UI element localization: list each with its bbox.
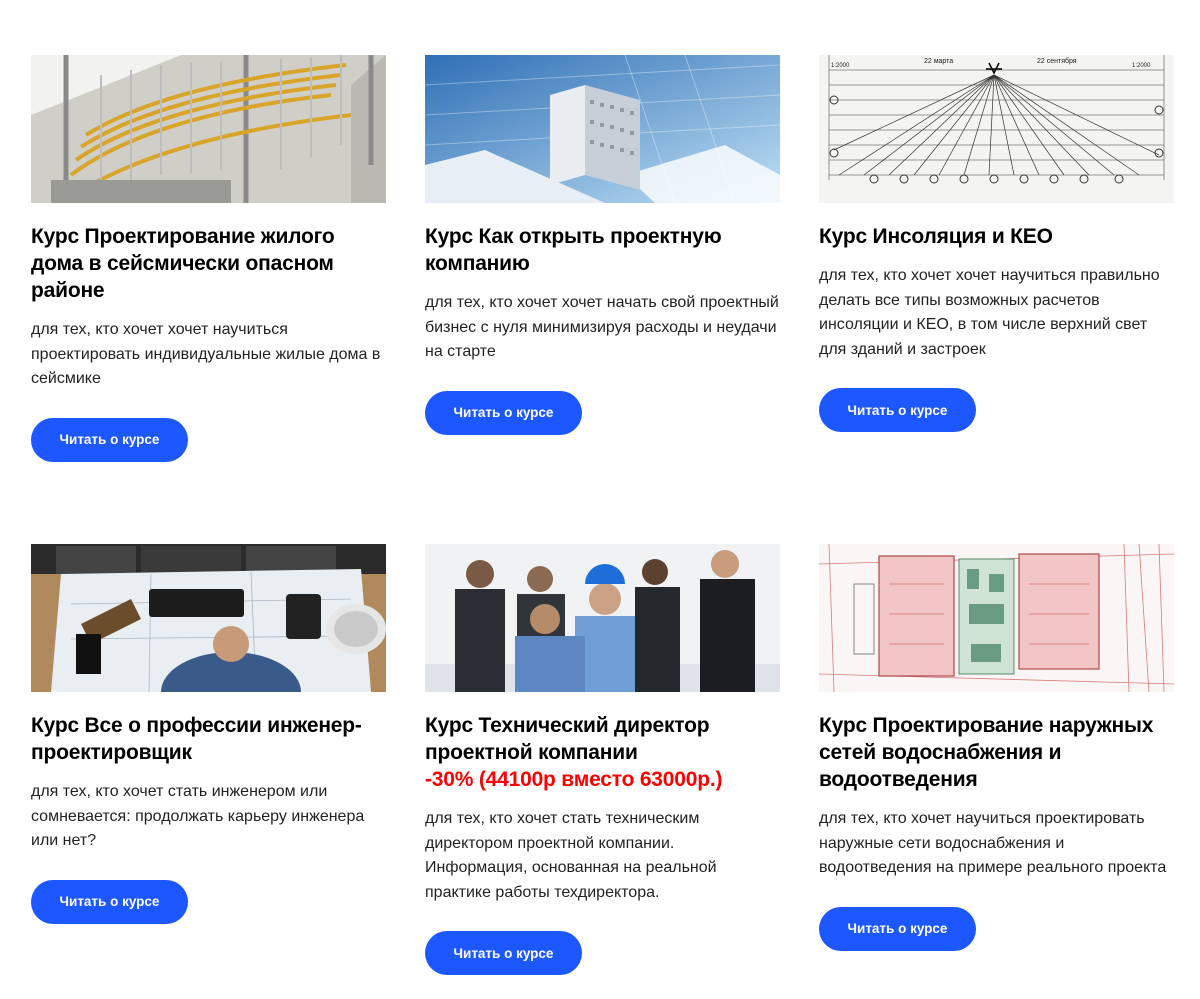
site-plan-image[interactable]: [819, 544, 1174, 692]
course-description: для тех, кто хочет стать техническим дир…: [425, 810, 717, 901]
course-description: для тех, кто хочет хочет научиться прави…: [819, 267, 1160, 358]
course-title: Курс Как открыть проектную компанию: [425, 225, 722, 275]
read-about-course-button[interactable]: Читать о курсе: [31, 417, 188, 462]
course-description: для тех, кто хочет хочет начать свой про…: [425, 294, 779, 360]
rebar-cage-image[interactable]: [31, 55, 386, 203]
svg-text:22 марта: 22 марта: [924, 58, 953, 65]
engineer-desk-image[interactable]: [31, 544, 386, 692]
course-description: для тех, кто хочет научиться проектирова…: [819, 810, 1167, 876]
insolation-chart-image[interactable]: 1:2000 22 марта 22 сентября 1:2000: [819, 55, 1174, 203]
course-title: Курс Проектирование жилого дома в сейсми…: [31, 225, 335, 302]
read-about-course-button[interactable]: Читать о курсе: [819, 906, 976, 951]
course-title: Курс Технический директор проектной комп…: [425, 712, 780, 793]
course-description: для тех, кто хочет хочет научиться проек…: [31, 321, 381, 387]
course-card: Курс Все о профессии инженер-проектировщ…: [31, 544, 386, 924]
read-about-course-button[interactable]: Читать о курсе: [425, 931, 582, 975]
course-card: Курс Технический директор проектной комп…: [425, 544, 780, 975]
course-title: Курс Все о профессии инженер-проектировщ…: [31, 714, 362, 764]
course-card: Курс Проектирование жилого дома в сейсми…: [31, 55, 386, 462]
team-meeting-image[interactable]: [425, 544, 780, 692]
course-title: Курс Проектирование наружных сетей водос…: [819, 714, 1154, 791]
read-about-course-button[interactable]: Читать о курсе: [819, 388, 976, 432]
svg-text:1:2000: 1:2000: [831, 63, 850, 69]
svg-text:22 сентября: 22 сентября: [1037, 57, 1077, 65]
course-card: 1:2000 22 марта 22 сентября 1:2000 Курс …: [819, 55, 1174, 432]
discount-price: -30% (44100р вместо 63000р.): [425, 768, 723, 791]
course-title: Курс Инсоляция и КЕО: [819, 225, 1053, 248]
read-about-course-button[interactable]: Читать о курсе: [425, 390, 582, 435]
course-description: для тех, кто хочет стать инженером или с…: [31, 783, 365, 849]
read-about-course-button[interactable]: Читать о курсе: [31, 879, 188, 924]
course-card: Курс Проектирование наружных сетей водос…: [819, 544, 1174, 951]
svg-text:1:2000: 1:2000: [1132, 63, 1151, 69]
course-card: Курс Как открыть проектную компанию для …: [425, 55, 780, 435]
building-model-image[interactable]: [425, 55, 780, 203]
